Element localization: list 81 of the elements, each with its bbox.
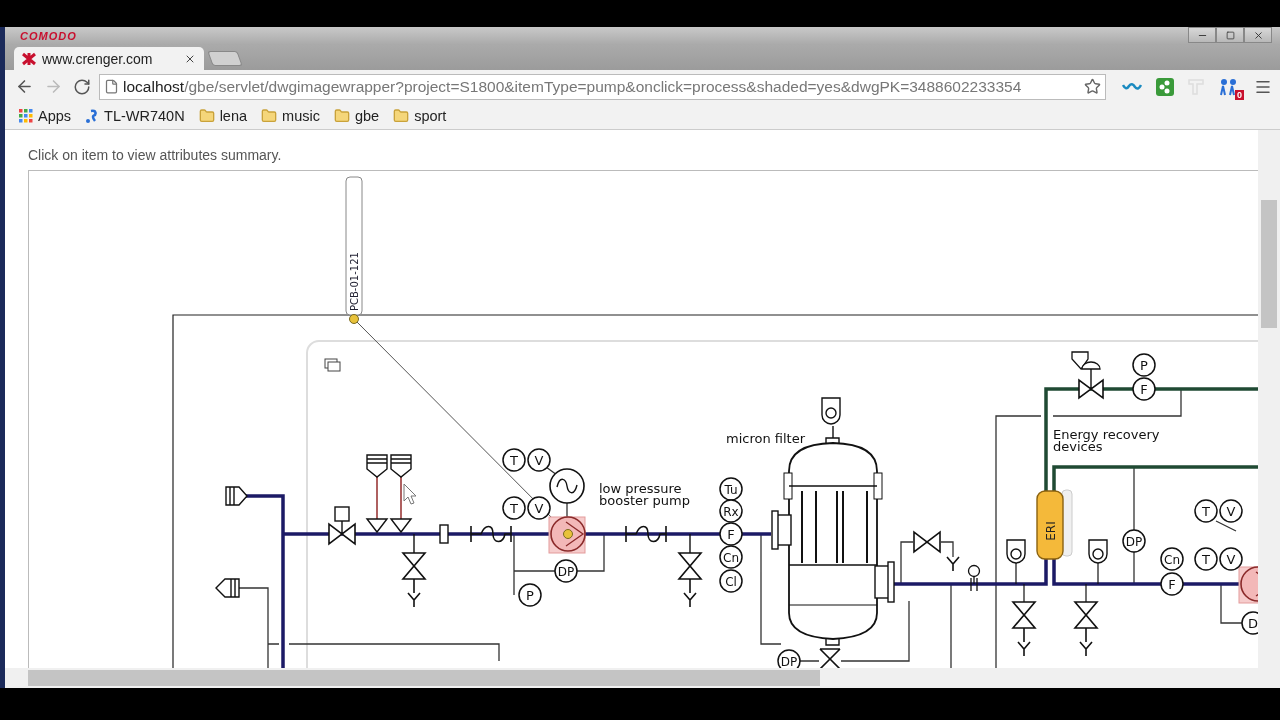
control-valve-icon xyxy=(1071,351,1104,400)
bookmark-link[interactable]: gbe xyxy=(333,108,380,124)
site-favicon-icon xyxy=(85,108,100,124)
instrument-bubble[interactable]: T xyxy=(1194,547,1218,571)
instrument-bubble[interactable]: Cn xyxy=(1160,547,1184,571)
wave-extension-icon[interactable] xyxy=(1122,81,1142,92)
tab-title: www.crenger.com xyxy=(42,50,154,67)
mouse-cursor-icon xyxy=(403,483,417,505)
folder-icon xyxy=(393,108,410,124)
scrollbar-thumb[interactable] xyxy=(28,670,820,686)
instrument-bubble[interactable]: Cl xyxy=(719,569,743,593)
impulse-line xyxy=(376,476,402,520)
instrument-bubble[interactable]: V xyxy=(1219,547,1243,571)
diagram-label: low pressure booster pump xyxy=(599,481,690,508)
close-icon xyxy=(1252,29,1264,41)
instrument-bubble[interactable]: T xyxy=(1194,499,1218,523)
instruction-text: Click on item to view attributes summary. xyxy=(27,146,283,165)
bookmark-link[interactable]: lena xyxy=(198,108,248,124)
instrument-bubble[interactable]: F xyxy=(719,522,743,546)
level-transmitter-icon xyxy=(365,454,389,534)
apps-grid-icon xyxy=(19,109,33,123)
bookmark-star-icon[interactable] xyxy=(1084,78,1101,95)
instrument-bubble[interactable]: P xyxy=(1132,353,1156,377)
maximize-icon xyxy=(1225,30,1235,40)
instrument-bubble[interactable]: Cn xyxy=(719,545,743,569)
bookmark-link[interactable]: TL-WR740N xyxy=(85,108,185,124)
instrument-bubble[interactable]: F xyxy=(1132,377,1156,401)
flex-hose-icon xyxy=(625,525,667,543)
tag-label[interactable]: PCB-01-121 xyxy=(345,176,363,316)
reload-icon xyxy=(73,77,91,96)
instrument-bubble[interactable]: Rx xyxy=(719,499,743,523)
minimize-button[interactable] xyxy=(1188,27,1216,43)
instrument-bubble[interactable]: V xyxy=(1219,499,1243,523)
folder-icon xyxy=(261,108,278,124)
folder-icon xyxy=(333,108,350,124)
flex-hose-icon xyxy=(470,525,512,543)
folder-icon xyxy=(198,108,215,124)
url-text: localhost/gbe/servlet/dwgimagewrapper?project=S1800&itemType=pump&onclick=process&shaded=yes&dwgPK=3488602233354 xyxy=(123,77,1022,96)
browser-tab[interactable]: www.crenger.com xyxy=(14,47,204,70)
level-transmitter-icon xyxy=(389,454,413,534)
scrollbar-thumb[interactable] xyxy=(1261,200,1277,328)
valve-icon xyxy=(913,530,941,554)
instrument-bubble[interactable]: T xyxy=(502,496,526,520)
pump-icon[interactable] xyxy=(1238,566,1258,604)
notification-badge: 0 xyxy=(1235,89,1244,100)
instrument-bubble[interactable]: DP xyxy=(1122,529,1146,553)
instrument-bubble[interactable]: Tu xyxy=(719,477,743,501)
valve-icon xyxy=(328,522,356,546)
valve-icon xyxy=(819,648,841,668)
pump-icon[interactable] xyxy=(548,516,586,554)
close-button[interactable] xyxy=(1244,27,1272,43)
instrument-bubble[interactable]: V xyxy=(527,496,551,520)
bookmark-link[interactable]: sport xyxy=(393,108,447,124)
instrument-bubble[interactable]: T xyxy=(502,448,526,472)
bookmark-link[interactable]: Apps xyxy=(19,108,72,124)
instrument-bubble[interactable]: DP xyxy=(554,559,578,583)
maximize-button[interactable] xyxy=(1216,27,1244,43)
gauge-icon xyxy=(821,397,841,425)
horizontal-scrollbar[interactable] xyxy=(5,668,1280,688)
address-bar[interactable]: localhost/gbe/servlet/dwgimagewrapper?project=S1800&itemType=pump&onclick=process&shaded=yes&dwgPK=3488602233354 xyxy=(99,73,1106,100)
motor-icon xyxy=(549,468,585,504)
instrument-bubble[interactable]: P xyxy=(518,583,542,607)
instrument-bubble[interactable]: D xyxy=(1241,611,1258,635)
vent-icon xyxy=(946,556,960,572)
orifice-gauge-icon xyxy=(967,564,981,592)
pipe-connector-icon xyxy=(215,578,240,598)
bookmark-link[interactable]: music xyxy=(261,108,320,124)
instrument-bubble[interactable]: F xyxy=(1160,572,1184,596)
browser-brand: COMODO xyxy=(20,30,77,42)
diagram-label: Energy recovery devices xyxy=(1053,427,1160,454)
pipe-connector-icon xyxy=(225,486,248,506)
page-icon xyxy=(104,79,119,94)
new-tab-button[interactable] xyxy=(207,51,243,66)
instrument-bubble[interactable]: V xyxy=(527,448,551,472)
vertical-scrollbar[interactable] xyxy=(1258,130,1280,668)
group-icon xyxy=(324,358,341,372)
dots-extension-icon[interactable] xyxy=(1156,77,1174,96)
diagram-label: micron filter xyxy=(726,431,806,446)
anchor-dot xyxy=(349,314,359,324)
site-favicon-icon xyxy=(22,51,36,66)
check-valve-icon xyxy=(439,524,449,544)
